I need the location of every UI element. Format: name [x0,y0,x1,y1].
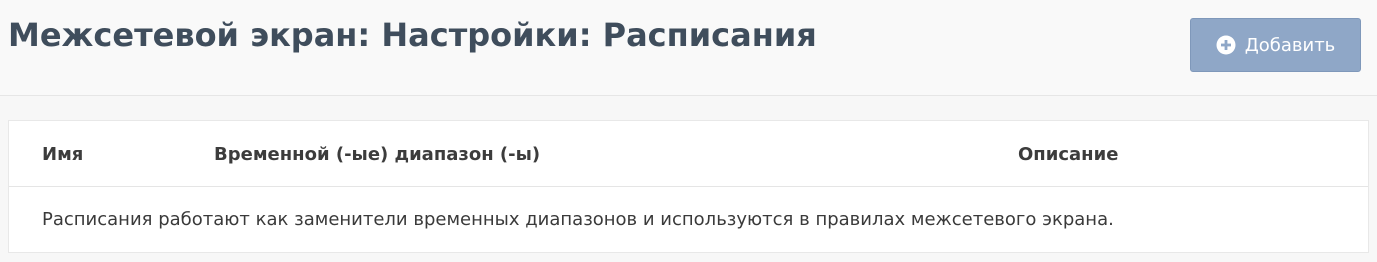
add-button[interactable]: Добавить [1190,18,1361,72]
page-title: Межсетевой экран: Настройки: Расписания [8,16,817,54]
plus-circle-icon [1216,35,1236,55]
column-header-description[interactable]: Описание [1018,144,1118,165]
table-info-text: Расписания работают как заменители време… [42,209,1114,230]
page-header: Межсетевой экран: Настройки: Расписания … [0,0,1377,96]
add-button-label: Добавить [1244,34,1336,56]
table-header: Имя Временной (-ые) диапазон (-ы) Описан… [9,121,1368,187]
column-header-name[interactable]: Имя [42,144,83,165]
schedules-table: Имя Временной (-ые) диапазон (-ы) Описан… [8,120,1369,253]
column-header-time-ranges[interactable]: Временной (-ые) диапазон (-ы) [214,144,540,165]
